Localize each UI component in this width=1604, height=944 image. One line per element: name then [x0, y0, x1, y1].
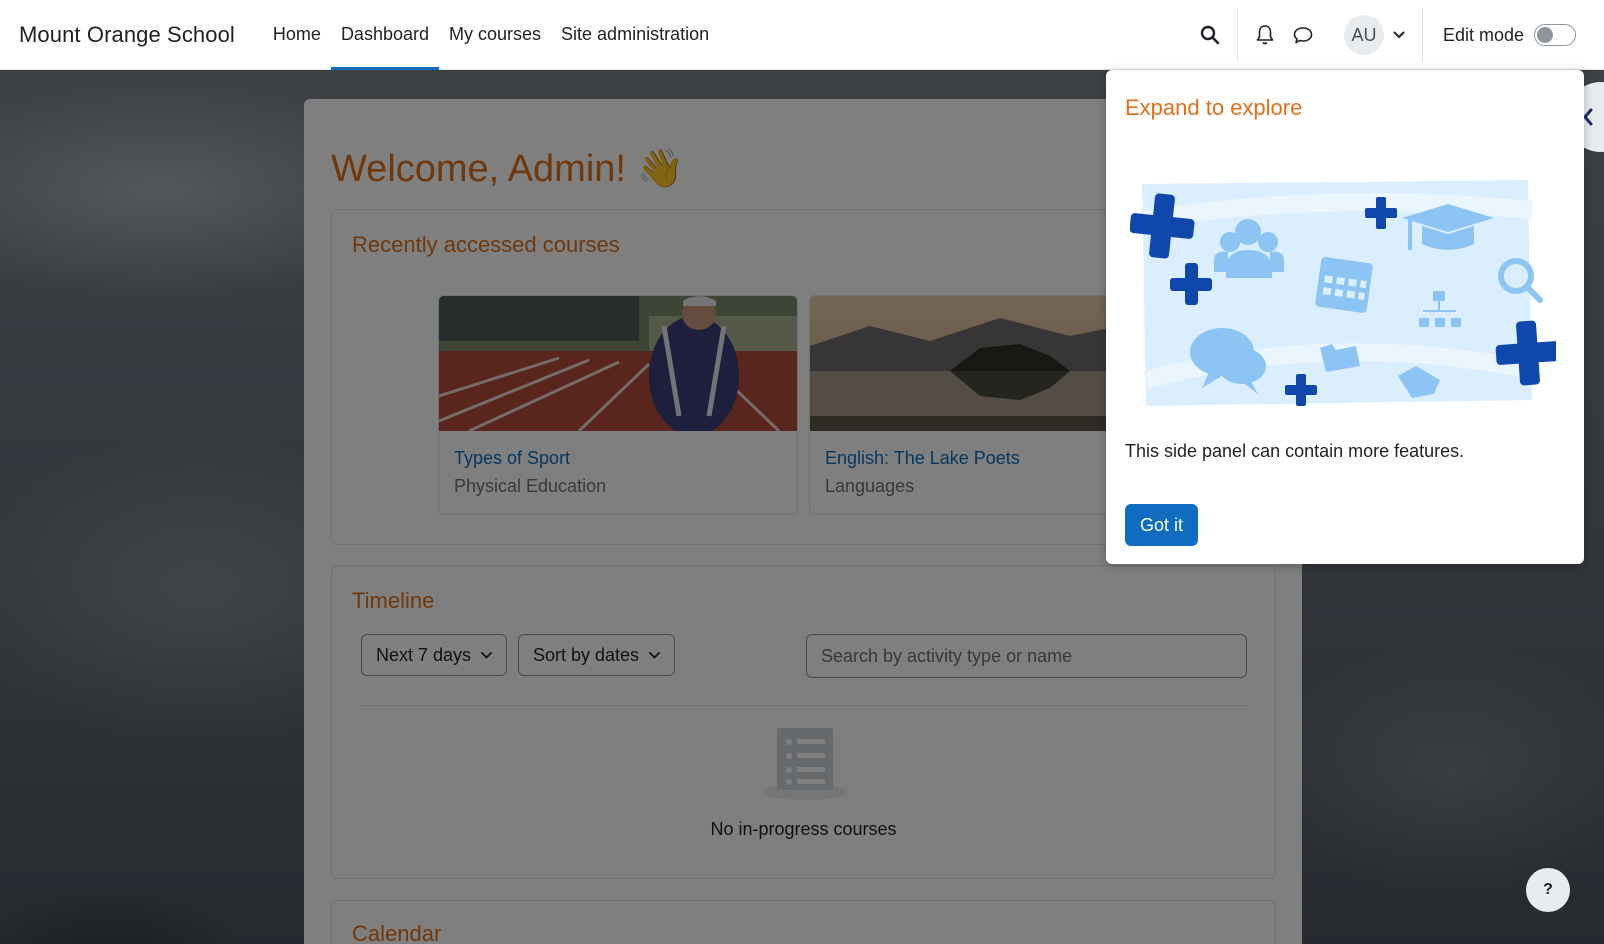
popover-body: This side panel can contain more feature… — [1125, 441, 1465, 461]
nav-my-courses[interactable]: My courses — [439, 0, 551, 70]
chevron-down-icon[interactable] — [1384, 16, 1414, 54]
top-navbar: Mount Orange School Home Dashboard My co… — [0, 0, 1604, 70]
edit-mode-toggle[interactable] — [1534, 24, 1576, 46]
edit-mode-control: Edit mode — [1431, 24, 1604, 46]
primary-navigation: Home Dashboard My courses Site administr… — [263, 0, 719, 70]
nav-home[interactable]: Home — [263, 0, 331, 70]
help-button[interactable]: ? — [1526, 868, 1570, 912]
popover-title: Expand to explore — [1125, 95, 1303, 120]
user-tour-popover: Expand to explore This side panel can co… — [1106, 70, 1584, 564]
user-avatar[interactable]: AU — [1343, 15, 1384, 55]
got-it-button[interactable]: Got it — [1125, 504, 1199, 546]
chat-bubble-icon[interactable] — [1284, 16, 1322, 54]
search-icon[interactable] — [1191, 16, 1229, 54]
navbar-divider — [1236, 8, 1238, 62]
edit-mode-label: Edit mode — [1442, 24, 1524, 45]
site-brand[interactable]: Mount Orange School — [19, 22, 235, 48]
nav-site-administration[interactable]: Site administration — [551, 0, 719, 70]
side-panel-illustration — [1130, 180, 1556, 406]
bell-icon[interactable] — [1246, 16, 1284, 54]
nav-dashboard[interactable]: Dashboard — [330, 0, 440, 70]
navbar-divider — [1421, 8, 1423, 62]
navbar-right: AU Edit mode — [1191, 0, 1604, 70]
